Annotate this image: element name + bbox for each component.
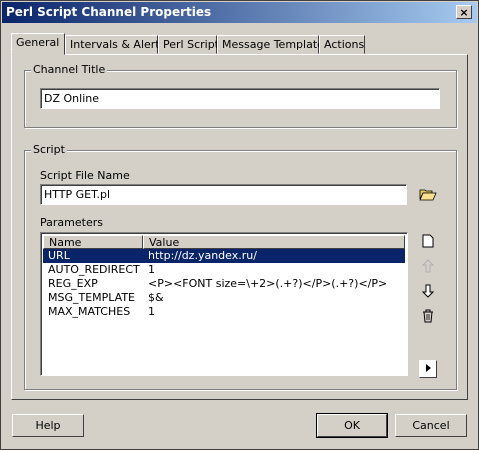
param-value: <P><FONT size=\+2>(.+?)</P>(.+?)</P>	[148, 277, 388, 290]
param-name: URL	[48, 249, 70, 262]
new-item-icon[interactable]	[419, 234, 437, 252]
script-group: Script Script File Name HTTP GET.pl Para…	[24, 143, 457, 390]
param-name: REG_EXP	[48, 277, 98, 290]
tab-message-template[interactable]: Message Template	[217, 35, 324, 54]
script-file-label: Script File Name	[40, 169, 130, 182]
tab-perl-script[interactable]: Perl Script	[158, 35, 219, 54]
param-name: MAX_MATCHES	[48, 305, 131, 318]
table-row[interactable]: MAX_MATCHES 1	[43, 305, 405, 319]
script-group-label: Script	[31, 143, 67, 156]
close-button[interactable]: ×	[456, 5, 472, 19]
param-value: http://dz.yandex.ru/	[148, 249, 257, 262]
channel-title-label: Channel Title	[31, 63, 108, 76]
help-button[interactable]: Help	[12, 414, 84, 437]
move-down-icon[interactable]	[419, 284, 437, 302]
expand-icon[interactable]	[419, 360, 437, 378]
table-row[interactable]: URL http://dz.yandex.ru/	[43, 249, 405, 263]
column-header-value[interactable]: Value	[143, 235, 405, 249]
move-up-icon[interactable]	[419, 259, 437, 277]
title-bar: Perl Script Channel Properties ×	[2, 2, 477, 23]
column-header-name[interactable]: Name	[43, 235, 143, 249]
tab-actions[interactable]: Actions	[319, 35, 365, 54]
tab-panel-general: Channel Title DZ Online Script Script Fi…	[11, 54, 468, 400]
table-row[interactable]: REG_EXP <P><FONT size=\+2>(.+?)</P>(.+?)…	[43, 277, 405, 291]
param-value: $&	[148, 291, 164, 304]
ok-button[interactable]: OK	[316, 413, 388, 438]
script-file-input[interactable]: HTTP GET.pl	[40, 184, 407, 205]
channel-title-group: Channel Title DZ Online	[24, 63, 457, 128]
param-value: 1	[148, 263, 155, 276]
param-name: AUTO_REDIRECT	[48, 263, 140, 276]
tab-intervals-alerts[interactable]: Intervals & Alerts	[65, 35, 165, 54]
param-name: MSG_TEMPLATE	[48, 291, 136, 304]
delete-icon[interactable]	[419, 309, 437, 327]
list-header: Name Value	[43, 235, 405, 249]
channel-title-input[interactable]: DZ Online	[40, 88, 440, 109]
table-row[interactable]: AUTO_REDIRECT 1	[43, 263, 405, 277]
folder-open-icon[interactable]	[419, 186, 437, 204]
parameters-list[interactable]: Name Value URL http://dz.yandex.ru/ AUTO…	[40, 232, 408, 376]
dialog-window: Perl Script Channel Properties × General…	[0, 0, 479, 450]
cancel-button[interactable]: Cancel	[395, 414, 467, 437]
parameters-label: Parameters	[40, 216, 103, 229]
tab-general[interactable]: General	[11, 33, 65, 55]
window-title: Perl Script Channel Properties	[6, 5, 212, 19]
param-value: 1	[148, 305, 155, 318]
table-row[interactable]: MSG_TEMPLATE $&	[43, 291, 405, 305]
